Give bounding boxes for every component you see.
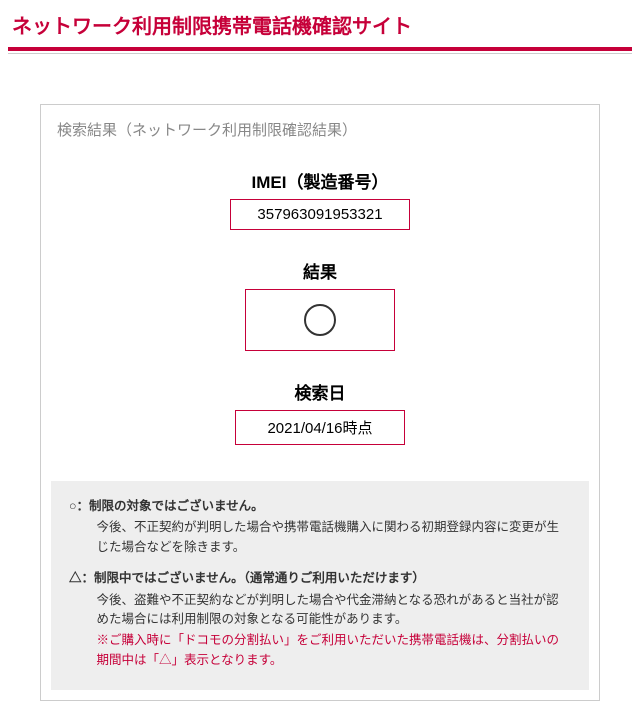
- note-tri-caution: ※ご購入時に「ドコモの分割払い」をご利用いただいた携帯電話機は、分割払いの期間中…: [97, 631, 572, 670]
- page-title: ネットワーク利用制限携帯電話機確認サイト: [12, 10, 628, 39]
- note-ok-body: 今後、不正契約が判明した場合や携帯電話機購入に関わる初期登録内容に変更が生じた場…: [97, 518, 572, 557]
- result-label: 結果: [41, 258, 599, 283]
- result-panel: 検索結果（ネットワーク利用制限確認結果） IMEI（製造番号） 35796309…: [40, 104, 600, 701]
- imei-label: IMEI（製造番号）: [41, 168, 599, 193]
- result-status-block: 結果: [41, 258, 599, 351]
- date-label: 検索日: [41, 379, 599, 404]
- note-tri-body: 今後、盗難や不正契約などが判明した場合や代金滞納となる恐れがあると当社が認めた場…: [97, 591, 572, 630]
- date-block: 検索日 2021/04/16時点: [41, 379, 599, 445]
- note-ok-title: ○：制限の対象ではございません。: [69, 497, 571, 516]
- note-tri-title: △：制限中ではございません。（通常通りご利用いただけます）: [69, 569, 571, 588]
- header-rule: [8, 47, 632, 51]
- imei-value: 357963091953321: [230, 199, 409, 230]
- date-value: 2021/04/16時点: [235, 410, 405, 445]
- circle-icon: [304, 304, 336, 336]
- page-header: ネットワーク利用制限携帯電話機確認サイト: [0, 0, 640, 47]
- imei-block: IMEI（製造番号） 357963091953321: [41, 168, 599, 230]
- panel-heading: 検索結果（ネットワーク利用制限確認結果）: [41, 105, 599, 150]
- notes-box: ○：制限の対象ではございません。 今後、不正契約が判明した場合や携帯電話機購入に…: [51, 481, 589, 690]
- result-value: [245, 289, 395, 351]
- header-rule-thin: [8, 53, 632, 54]
